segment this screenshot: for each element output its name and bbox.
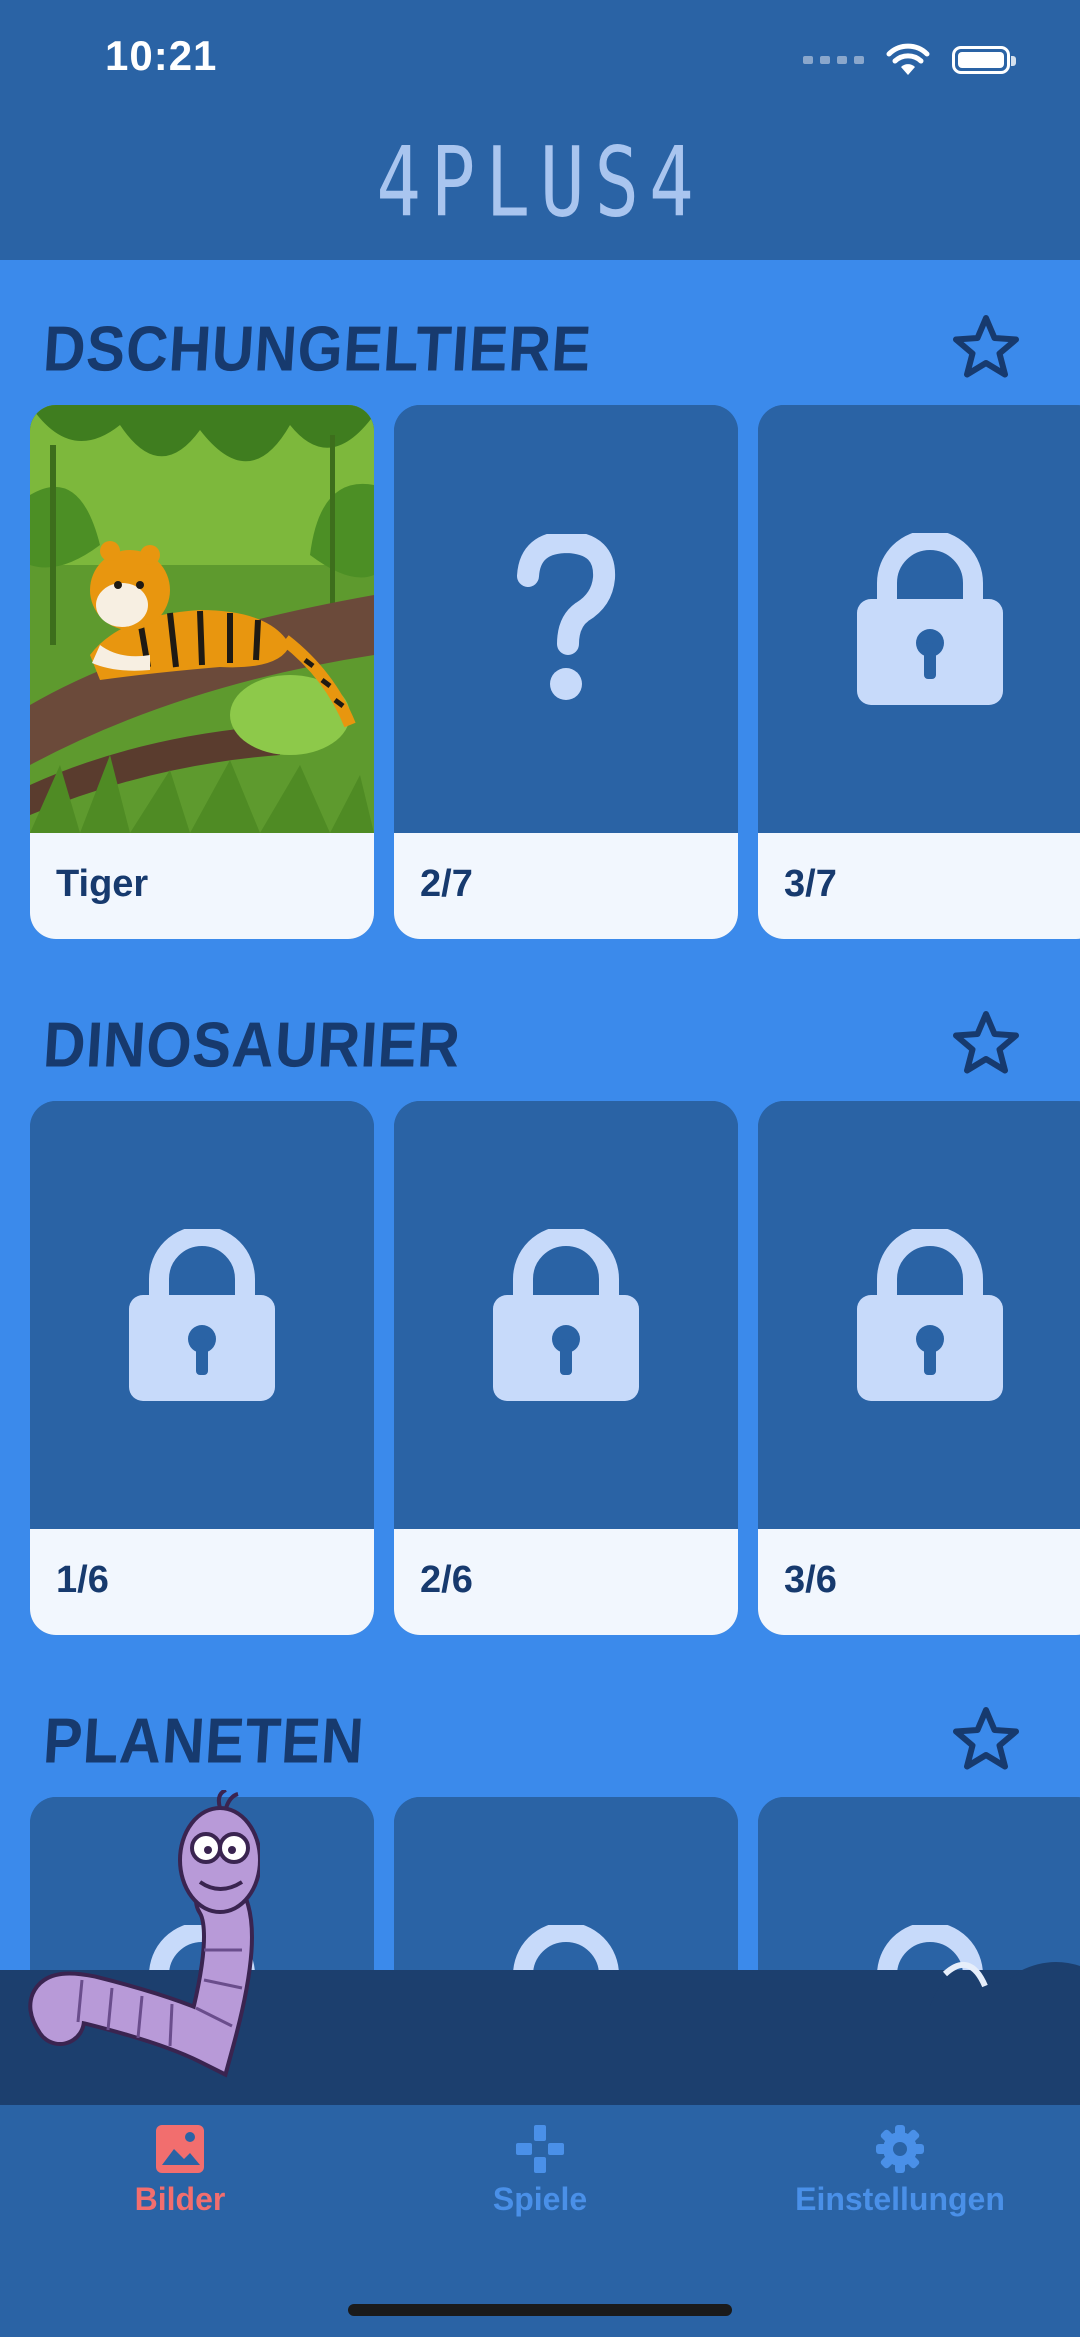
gear-icon: [876, 2125, 924, 2173]
star-icon[interactable]: [950, 1704, 1022, 1776]
app-header: 10:21 4PLUS4: [0, 0, 1080, 260]
home-indicator: [348, 2304, 732, 2316]
card-label: 2/6: [420, 1559, 473, 1601]
tab-label: Bilder: [134, 2181, 226, 2217]
card-label: 1/6: [56, 1559, 109, 1601]
lock-icon: [129, 1229, 275, 1401]
tiger-image: [30, 405, 374, 833]
app-logo: 4PLUS4: [376, 127, 704, 239]
tab-bar: Bilder Spiele Einstellungen: [0, 2105, 1080, 2337]
card-locked[interactable]: 1/6: [30, 1101, 374, 1635]
section-title: PLANETEN: [41, 1705, 367, 1777]
card-locked[interactable]: 3/6: [758, 1101, 1080, 1635]
card-label: 3/6: [784, 1559, 837, 1601]
lock-icon: [493, 1229, 639, 1401]
card-locked[interactable]: 3/7: [758, 405, 1080, 939]
lock-icon: [857, 1229, 1003, 1401]
image-icon: [156, 2125, 204, 2173]
card-label: Tiger: [56, 863, 149, 905]
tab-einstellungen[interactable]: Einstellungen: [750, 2123, 1050, 2218]
question-mark-icon: [517, 534, 616, 700]
card-label: 3/7: [784, 863, 837, 905]
status-time: 10:21: [105, 32, 218, 79]
gamepad-icon: [516, 2125, 564, 2173]
tab-spiele[interactable]: Spiele: [390, 2123, 690, 2218]
cellular-signal-icon: [803, 56, 864, 64]
tab-label: Spiele: [492, 2181, 588, 2217]
worm-mascot: [28, 1790, 260, 2078]
status-icons: [803, 42, 1016, 78]
lock-icon: [857, 533, 1003, 705]
section-title: DINOSAURIER: [41, 1009, 463, 1081]
card-tiger[interactable]: Tiger: [30, 405, 374, 939]
battery-icon: [952, 46, 1016, 74]
tab-bilder[interactable]: Bilder: [30, 2123, 330, 2218]
star-icon[interactable]: [950, 1008, 1022, 1080]
card-unknown[interactable]: 2/7: [394, 405, 738, 939]
card-locked[interactable]: 2/6: [394, 1101, 738, 1635]
tab-label: Einstellungen: [795, 2181, 1005, 2217]
card-label: 2/7: [420, 863, 473, 905]
star-icon[interactable]: [950, 312, 1022, 384]
section-title: DSCHUNGELTIERE: [41, 313, 594, 385]
wifi-icon: [886, 43, 930, 75]
